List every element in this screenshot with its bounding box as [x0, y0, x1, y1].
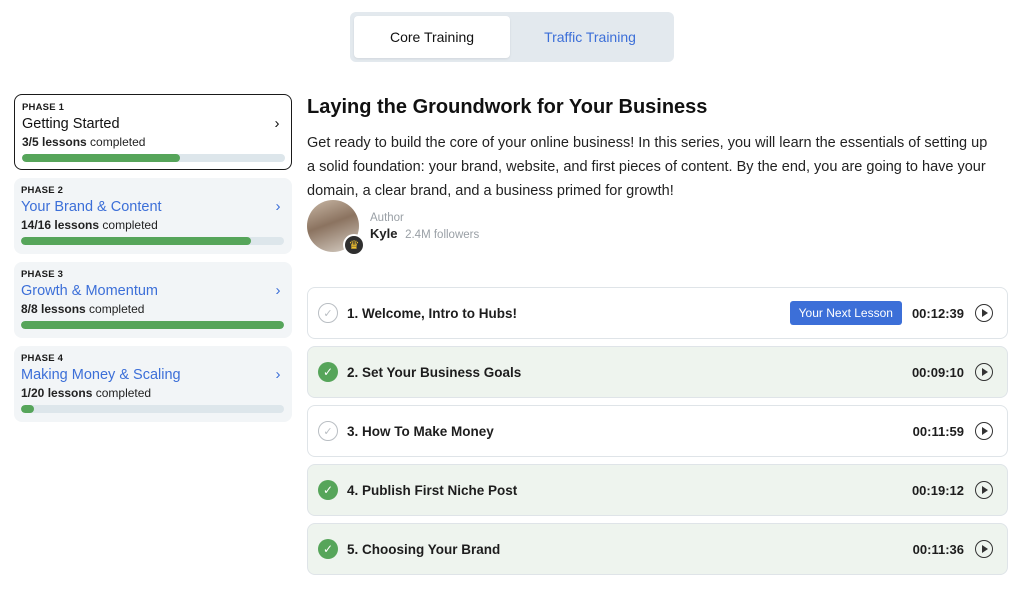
lesson-duration: 00:11:36 — [912, 541, 964, 557]
phase-progress-bar — [21, 405, 284, 413]
lesson-row-2[interactable]: ✓ 2. Set Your Business Goals 00:09:10 — [307, 346, 1008, 398]
play-circle-icon[interactable] — [975, 481, 993, 499]
phase-progress-text: 3/5 lessons completed — [22, 135, 146, 149]
next-lesson-badge: Your Next Lesson — [789, 301, 902, 325]
phase-progress-bar — [22, 154, 285, 162]
play-circle-icon[interactable] — [975, 422, 993, 440]
tab-core-training[interactable]: Core Training — [354, 16, 510, 58]
lesson-title: 4. Publish First Niche Post — [347, 482, 518, 498]
author-name[interactable]: Kyle — [370, 226, 397, 241]
phase-title: Your Brand & Content — [21, 198, 162, 215]
lesson-title: 1. Welcome, Intro to Hubs! — [347, 305, 518, 321]
page-title: Laying the Groundwork for Your Business — [307, 96, 708, 118]
phase-card-1[interactable]: PHASE 1 Getting Started › 3/5 lessons co… — [14, 94, 292, 170]
lesson-duration: 00:19:12 — [911, 482, 964, 498]
phase-card-3[interactable]: PHASE 3 Growth & Momentum › 8/8 lessons … — [14, 262, 292, 338]
check-circle-icon[interactable]: ✓ — [318, 480, 338, 500]
chevron-right-icon: › — [275, 282, 281, 299]
series-description: Get ready to build the core of your onli… — [307, 135, 988, 199]
author-followers: 2.4M followers — [405, 228, 480, 241]
phase-card-2[interactable]: PHASE 2 Your Brand & Content › 14/16 les… — [14, 178, 292, 254]
tab-traffic-training[interactable]: Traffic Training — [510, 16, 670, 58]
chevron-right-icon: › — [275, 366, 281, 383]
avatar[interactable]: ♛ — [307, 200, 365, 256]
phase-title: Making Money & Scaling — [21, 366, 181, 383]
lesson-title: 5. Choosing Your Brand — [347, 541, 501, 557]
phase-card-4[interactable]: PHASE 4 Making Money & Scaling › 1/20 le… — [14, 346, 292, 422]
phase-kicker: PHASE 2 — [21, 185, 64, 196]
lesson-title: 2. Set Your Business Goals — [347, 364, 522, 380]
phase-progress-text: 8/8 lessons completed — [21, 302, 145, 316]
chevron-right-icon: › — [275, 198, 281, 215]
phase-kicker: PHASE 3 — [21, 269, 64, 280]
lesson-title: 3. How To Make Money — [347, 423, 494, 439]
phase-kicker: PHASE 1 — [22, 102, 65, 113]
chevron-right-icon: › — [274, 115, 280, 132]
phase-title: Getting Started — [22, 115, 120, 132]
lesson-duration: 00:12:39 — [911, 305, 964, 321]
author-label: Author — [370, 211, 404, 224]
check-circle-icon[interactable]: ✓ — [318, 362, 338, 382]
check-circle-icon[interactable]: ✓ — [318, 421, 338, 441]
training-tabs: Core Training Traffic Training — [350, 12, 674, 62]
crown-icon: ♛ — [343, 234, 365, 256]
phase-title: Growth & Momentum — [21, 282, 158, 299]
lesson-row-5[interactable]: ✓ 5. Choosing Your Brand 00:11:36 — [307, 523, 1008, 575]
phase-progress-text: 14/16 lessons completed — [21, 218, 158, 232]
phase-progress-text: 1/20 lessons completed — [21, 386, 152, 400]
lesson-row-4[interactable]: ✓ 4. Publish First Niche Post 00:19:12 — [307, 464, 1008, 516]
play-circle-icon[interactable] — [975, 540, 993, 558]
check-circle-icon[interactable]: ✓ — [318, 303, 338, 323]
phase-progress-bar — [21, 321, 284, 329]
author-block: ♛ Author Kyle 2.4M followers — [307, 200, 480, 256]
check-circle-icon[interactable]: ✓ — [318, 539, 338, 559]
play-circle-icon[interactable] — [975, 304, 993, 322]
lesson-duration: 00:09:10 — [911, 364, 964, 380]
lesson-row-1[interactable]: ✓ 1. Welcome, Intro to Hubs! Your Next L… — [307, 287, 1008, 339]
play-circle-icon[interactable] — [975, 363, 993, 381]
lesson-row-3[interactable]: ✓ 3. How To Make Money 00:11:59 — [307, 405, 1008, 457]
phase-progress-bar — [21, 237, 284, 245]
lesson-duration: 00:11:59 — [912, 423, 964, 439]
phase-kicker: PHASE 4 — [21, 353, 64, 364]
